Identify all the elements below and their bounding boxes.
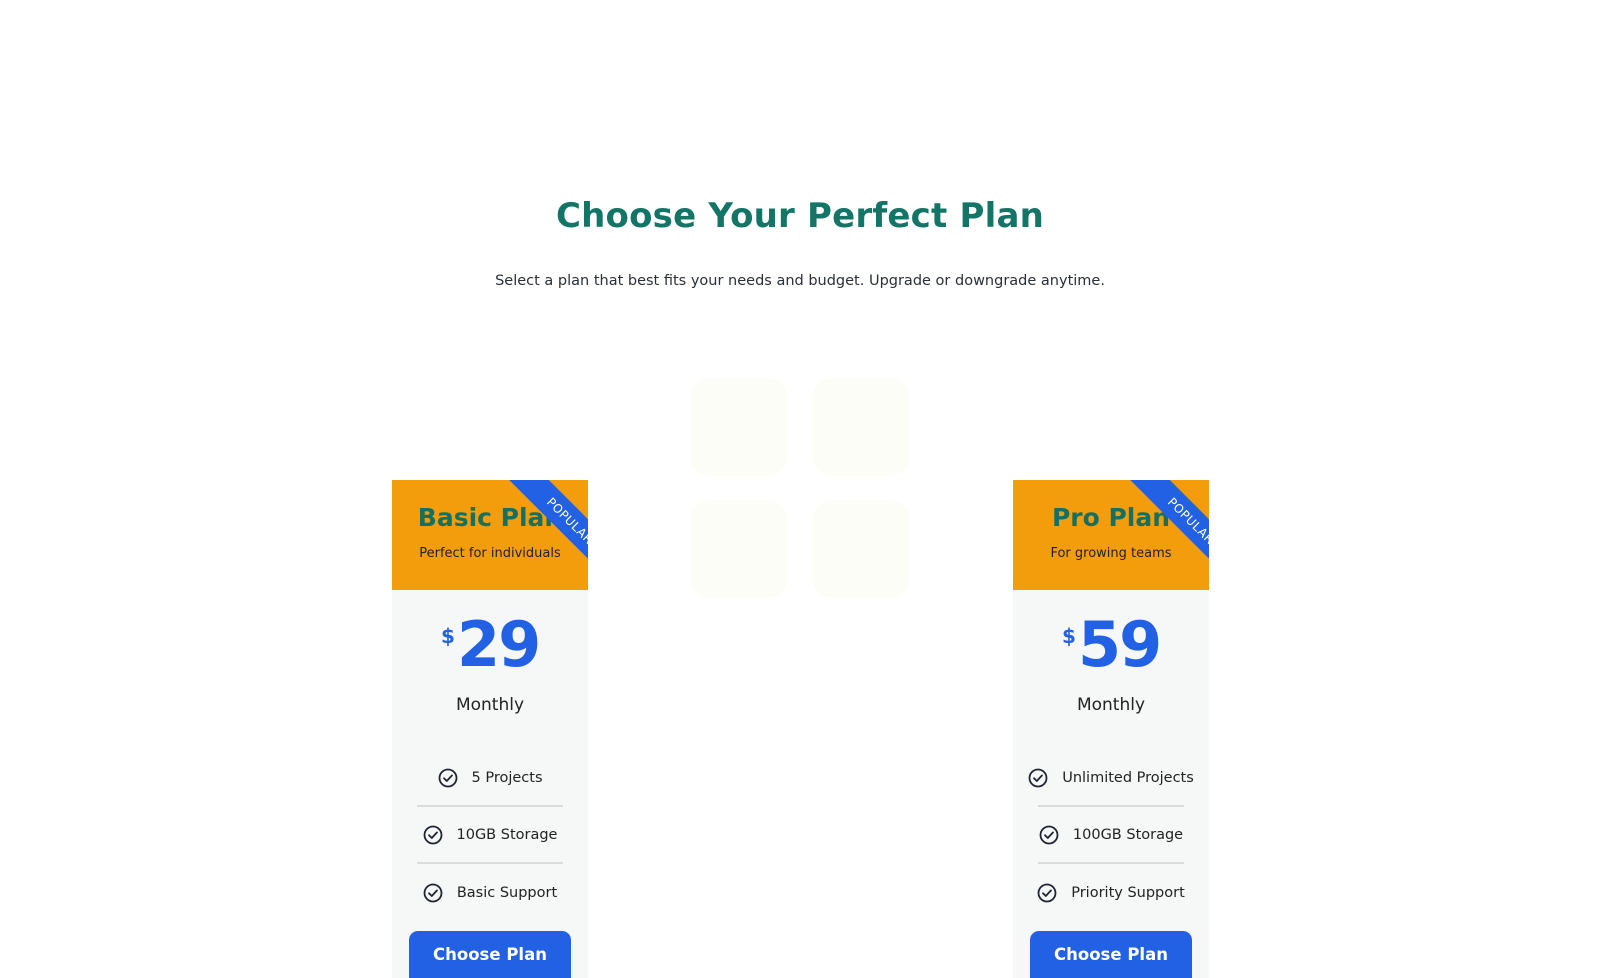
feature-item: 5 Projects xyxy=(417,750,563,807)
price: $ 29 xyxy=(392,608,588,692)
check-circle-icon xyxy=(423,883,443,902)
decorative-tile xyxy=(690,500,788,598)
currency-symbol: $ xyxy=(1062,624,1076,648)
feature-item: Priority Support xyxy=(1037,864,1185,921)
plan-card-pro: Pro Plan For growing teams POPULAR $ 59 … xyxy=(1013,480,1209,978)
feature-label: Unlimited Projects xyxy=(1062,769,1194,786)
price-amount: 59 xyxy=(1078,608,1162,681)
feature-label: 10GB Storage xyxy=(456,826,558,843)
decorative-tile xyxy=(690,378,788,476)
page-title: Choose Your Perfect Plan xyxy=(555,196,1045,236)
check-circle-icon xyxy=(423,825,442,844)
page-subtitle: Select a plan that best fits your needs … xyxy=(495,273,1105,289)
feature-list: 5 Projects 10GB Storage Basic Support xyxy=(417,750,563,921)
plan-card-header: Basic Plan Perfect for individuals POPUL… xyxy=(392,480,588,590)
plan-card-basic: Basic Plan Perfect for individuals POPUL… xyxy=(392,480,588,978)
feature-label: Priority Support xyxy=(1071,884,1185,901)
currency-symbol: $ xyxy=(441,624,455,648)
check-circle-icon xyxy=(1037,883,1057,902)
feature-item: 100GB Storage xyxy=(1038,807,1184,864)
decorative-tile xyxy=(812,378,910,476)
check-circle-icon xyxy=(1039,825,1059,844)
choose-plan-button-pro[interactable]: Choose Plan xyxy=(1030,931,1192,978)
plan-tagline: For growing teams xyxy=(1050,546,1172,561)
feature-list: Unlimited Projects 100GB Storage Priorit… xyxy=(1028,750,1194,921)
check-circle-icon xyxy=(1028,768,1048,787)
check-circle-icon xyxy=(438,768,457,787)
plan-tagline: Perfect for individuals xyxy=(419,546,561,561)
feature-label: 100GB Storage xyxy=(1072,826,1184,843)
feature-item: 10GB Storage xyxy=(417,807,563,864)
billing-period: Monthly xyxy=(455,695,525,715)
billing-period: Monthly xyxy=(1076,695,1146,715)
plan-card-header: Pro Plan For growing teams POPULAR xyxy=(1013,480,1209,590)
choose-plan-button-basic[interactable]: Choose Plan xyxy=(409,931,571,978)
pricing-page: Choose Your Perfect Plan Select a plan t… xyxy=(0,0,1600,978)
price: $ 59 xyxy=(1013,608,1209,692)
feature-label: 5 Projects xyxy=(471,769,543,786)
feature-label: Basic Support xyxy=(456,884,558,901)
price-amount: 29 xyxy=(457,608,541,681)
decorative-tile xyxy=(812,500,910,598)
feature-item: Unlimited Projects xyxy=(1028,750,1194,807)
feature-item: Basic Support xyxy=(417,864,563,921)
